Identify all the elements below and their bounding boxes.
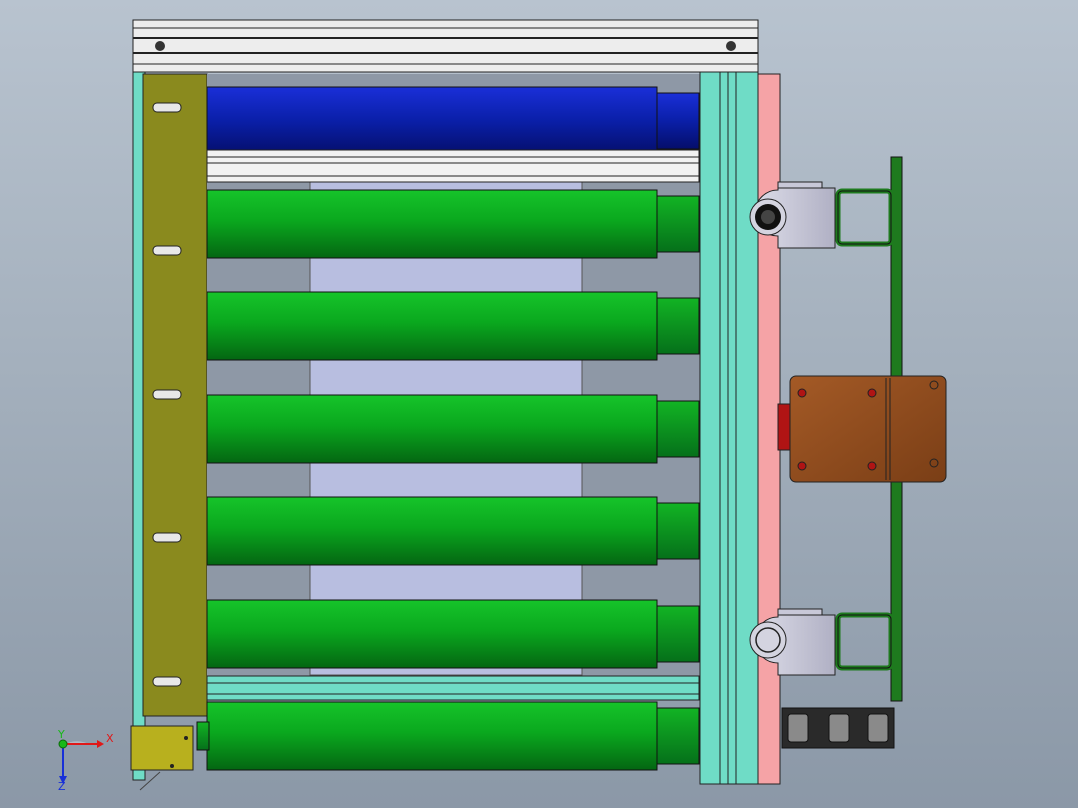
top-frame-profile[interactable]: [132, 19, 759, 73]
drive-roller[interactable]: [206, 86, 700, 156]
mounting-slot: [152, 389, 182, 400]
z-axis-label: Z: [58, 780, 66, 793]
conveyor-roller[interactable]: [206, 496, 700, 566]
x-axis-label: X: [106, 732, 114, 745]
y-axis-label: Y: [57, 728, 65, 741]
coordinate-triad: X Y Z: [57, 728, 114, 793]
bottom-cross-profile: [206, 675, 700, 701]
mounting-slot: [152, 676, 182, 687]
conveyor-roller[interactable]: [196, 701, 700, 771]
cross-profile: [206, 149, 700, 183]
mounting-slot: [152, 102, 182, 113]
right-side-rail[interactable]: [699, 71, 759, 785]
conveyor-roller[interactable]: [206, 189, 700, 259]
mounting-slot: [152, 245, 182, 256]
cad-viewport[interactable]: X Y Z: [0, 0, 1078, 808]
conveyor-roller[interactable]: [206, 394, 700, 464]
y-axis-dot: [58, 739, 68, 749]
conveyor-roller[interactable]: [206, 599, 700, 669]
conveyor-model[interactable]: X Y Z: [0, 0, 1078, 808]
mounting-slot: [152, 532, 182, 543]
pink-guide-rail[interactable]: [757, 73, 781, 785]
conveyor-roller[interactable]: [206, 291, 700, 361]
frame-bolt-right: [726, 41, 736, 51]
mounting-plate[interactable]: [142, 73, 208, 717]
cable-chain[interactable]: [781, 707, 895, 749]
frame-bolt-left: [155, 41, 165, 51]
motor-unit[interactable]: [777, 375, 947, 483]
